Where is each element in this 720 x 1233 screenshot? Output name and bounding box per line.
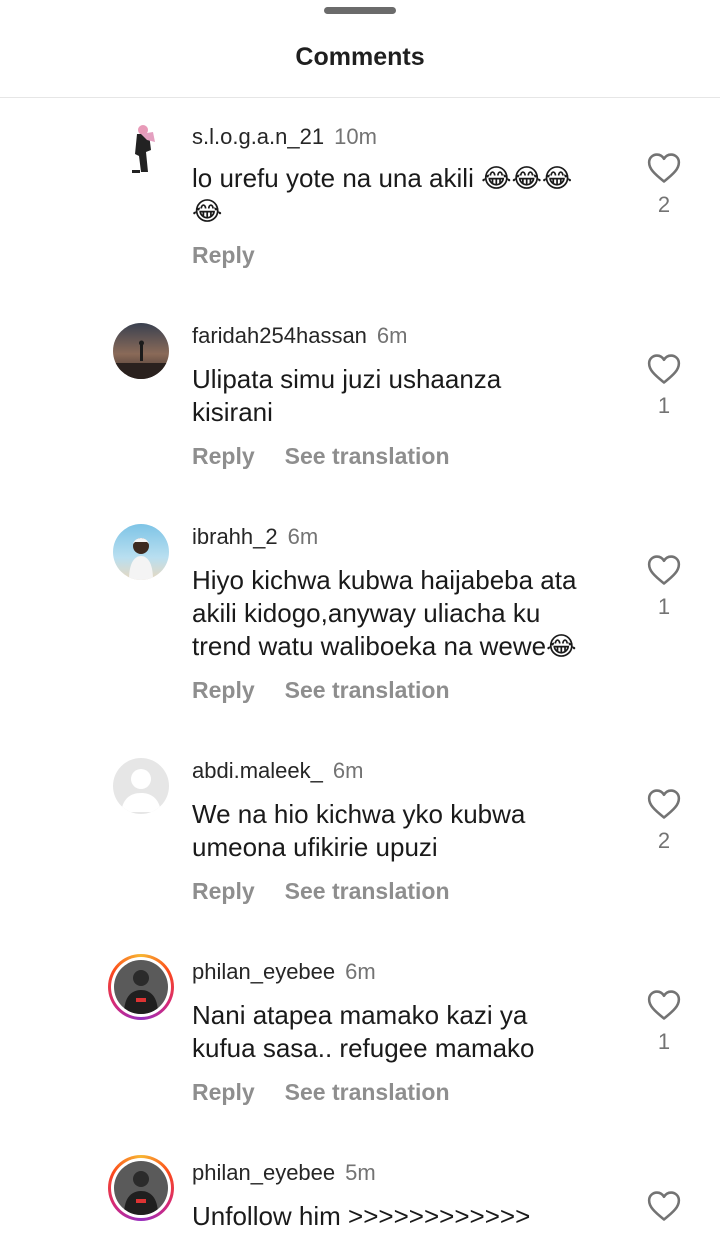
see-translation-button[interactable]: See translation bbox=[285, 677, 450, 703]
comment-actions: Reply See translation bbox=[192, 878, 480, 905]
comment-meta: faridah254hassan 6m bbox=[192, 321, 407, 351]
comment-text: lo urefu yote na una akili 😂😂😂 😂 bbox=[192, 162, 622, 228]
comment-text-line: akili kidogo,anyway uliacha ku bbox=[192, 598, 541, 628]
reply-button[interactable]: Reply bbox=[192, 878, 255, 904]
like-count: 2 bbox=[657, 828, 671, 853]
see-translation-button[interactable]: See translation bbox=[285, 878, 450, 904]
timestamp: 6m bbox=[332, 758, 364, 783]
avatar-with-story-ring[interactable] bbox=[108, 1155, 174, 1221]
avatar[interactable] bbox=[113, 758, 169, 814]
avatar[interactable] bbox=[113, 323, 169, 379]
like-count: 1 bbox=[657, 594, 671, 619]
comment-text-line: We na hio kichwa yko kubwa bbox=[192, 799, 526, 829]
page-title: Comments bbox=[295, 43, 425, 71]
like-control: 1 bbox=[646, 554, 682, 620]
comment-text-line: 😂 bbox=[192, 196, 224, 226]
comment-meta: philan_eyebee 5m bbox=[192, 1158, 376, 1188]
comment-text: We na hio kichwa yko kubwa umeona ufikir… bbox=[192, 798, 622, 864]
avatar-with-story-ring[interactable] bbox=[108, 954, 174, 1020]
comment-text-line: kisirani bbox=[192, 397, 273, 427]
see-translation-button[interactable]: See translation bbox=[285, 1079, 450, 1105]
username[interactable]: ibrahh_2 bbox=[192, 524, 278, 549]
see-translation-button[interactable]: See translation bbox=[285, 443, 450, 469]
heart-icon[interactable] bbox=[647, 152, 681, 184]
comment-text-line: umeona ufikirie upuzi bbox=[192, 832, 438, 862]
reply-button[interactable]: Reply bbox=[192, 443, 255, 469]
comment-text: Nani atapea mamako kazi ya kufua sasa.. … bbox=[192, 999, 622, 1065]
heart-icon[interactable] bbox=[647, 788, 681, 820]
like-count: 1 bbox=[657, 393, 671, 418]
like-count: 2 bbox=[657, 192, 671, 217]
like-control: 1 bbox=[646, 353, 682, 419]
username[interactable]: abdi.maleek_ bbox=[192, 758, 323, 783]
comment-actions: Reply bbox=[192, 242, 285, 269]
comment-meta: s.l.o.g.a.n_21 10m bbox=[192, 122, 377, 152]
heart-icon[interactable] bbox=[647, 554, 681, 586]
comment-text-line: Nani atapea mamako kazi ya bbox=[192, 1000, 528, 1030]
like-count: 1 bbox=[657, 1029, 671, 1054]
comment-actions: Reply See translation bbox=[192, 677, 480, 704]
reply-button[interactable]: Reply bbox=[192, 677, 255, 703]
timestamp: 6m bbox=[287, 524, 319, 549]
reply-button[interactable]: Reply bbox=[192, 1079, 255, 1105]
comment-text-line: Hiyo kichwa kubwa haijabeba ata bbox=[192, 565, 577, 595]
comment-text-line: Unfollow him >>>>>>>>>>>> bbox=[192, 1201, 531, 1231]
avatar[interactable] bbox=[113, 120, 169, 176]
username[interactable]: faridah254hassan bbox=[192, 323, 367, 348]
comment-actions: Reply See translation bbox=[192, 443, 480, 470]
timestamp: 5m bbox=[345, 1160, 376, 1185]
avatar[interactable] bbox=[113, 524, 169, 580]
heart-icon[interactable] bbox=[647, 353, 681, 385]
comment-text-line: Ulipata simu juzi ushaanza bbox=[192, 364, 502, 394]
comment-text: Hiyo kichwa kubwa haijabeba ata akili ki… bbox=[192, 564, 622, 663]
timestamp: 6m bbox=[345, 959, 376, 984]
comment-text-line: trend watu waliboeka na wewe😂 bbox=[192, 631, 577, 661]
like-control: 2 bbox=[646, 788, 682, 854]
timestamp: 6m bbox=[376, 323, 408, 348]
comment-text-line: kufua sasa.. refugee mamako bbox=[192, 1033, 535, 1063]
username[interactable]: philan_eyebee bbox=[192, 959, 335, 984]
like-control: 2 bbox=[646, 152, 682, 218]
heart-icon[interactable] bbox=[647, 1190, 681, 1222]
comment-meta: abdi.maleek_ 6m bbox=[192, 756, 363, 786]
default-avatar-icon bbox=[113, 758, 169, 814]
timestamp: 10m bbox=[334, 124, 377, 149]
comment-text-line: lo urefu yote na una akili 😂😂😂 bbox=[192, 163, 573, 193]
like-control bbox=[646, 1190, 682, 1222]
comment-meta: ibrahh_2 6m bbox=[192, 522, 318, 552]
like-control: 1 bbox=[646, 989, 682, 1055]
comment-text: Ulipata simu juzi ushaanza kisirani bbox=[192, 363, 622, 429]
comment-meta: philan_eyebee 6m bbox=[192, 957, 376, 987]
comments-sheet-header: Comments bbox=[0, 0, 720, 98]
username[interactable]: s.l.o.g.a.n_21 bbox=[192, 124, 324, 149]
comment-actions: Reply See translation bbox=[192, 1079, 480, 1106]
reply-button[interactable]: Reply bbox=[192, 242, 255, 268]
heart-icon[interactable] bbox=[647, 989, 681, 1021]
username[interactable]: philan_eyebee bbox=[192, 1160, 335, 1185]
comment-text: Unfollow him >>>>>>>>>>>> bbox=[192, 1200, 622, 1233]
drag-handle[interactable] bbox=[324, 7, 396, 14]
